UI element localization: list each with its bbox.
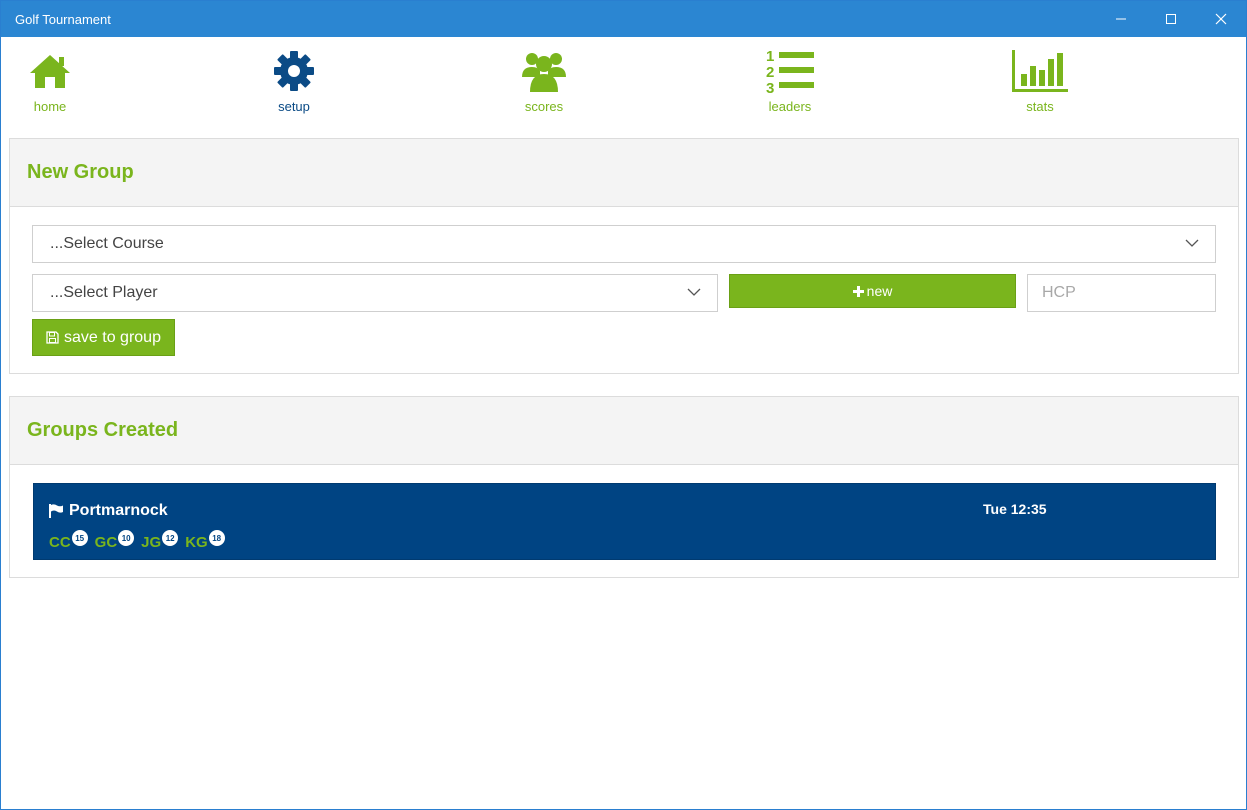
groups-created-panel: Groups Created Portmarnock Tue 12:35 CC …: [9, 396, 1239, 578]
player-chip: GC 10: [95, 530, 135, 551]
groups-created-header: Groups Created: [10, 397, 1238, 465]
maximize-icon: [1166, 14, 1176, 24]
svg-text:1: 1: [766, 48, 774, 65]
course-select-value: ...Select Course: [50, 235, 164, 252]
new-group-title: New Group: [27, 161, 134, 183]
nav-home[interactable]: home: [0, 47, 100, 114]
hcp-input[interactable]: [1027, 274, 1216, 312]
app-window: Golf Tournament home setup scores 1 2 3 …: [0, 0, 1247, 810]
users-icon: [522, 53, 566, 92]
groups-created-title: Groups Created: [27, 419, 179, 441]
home-icon: [30, 55, 70, 88]
group-name-text: Portmarnock: [69, 502, 168, 519]
player-select[interactable]: ...Select Player: [32, 274, 718, 312]
course-select[interactable]: ...Select Course: [32, 225, 1216, 263]
player-select-value: ...Select Player: [50, 284, 158, 301]
nav-home-label: home: [33, 99, 67, 114]
group-players: CC 15 GC 10 JG 12 KG 18: [49, 530, 232, 551]
flag-icon: [49, 504, 63, 518]
window-title: Golf Tournament: [15, 11, 111, 27]
player-initials: JG: [141, 534, 162, 551]
new-group-header: New Group: [10, 139, 1238, 207]
player-initials: KG: [185, 534, 208, 551]
group-time: Tue 12:35: [983, 501, 1047, 517]
player-chip: CC 15: [49, 530, 88, 551]
player-initials: CC: [49, 534, 71, 551]
nav-leaders[interactable]: 1 2 3 leaders: [740, 47, 840, 114]
save-icon: [46, 331, 59, 344]
new-player-button[interactable]: new: [729, 274, 1016, 308]
new-group-panel: New Group ...Select Course ...Select Pla…: [9, 138, 1239, 374]
nav-scores[interactable]: scores: [494, 47, 594, 114]
nav-scores-label: scores: [524, 99, 564, 114]
numbered-list-icon: 1 2 3: [766, 48, 814, 94]
chevron-down-icon: [1185, 239, 1199, 247]
group-card[interactable]: Portmarnock Tue 12:35 CC 15 GC 10 JG 12 …: [33, 483, 1216, 560]
player-hcp-badge: 10: [118, 530, 135, 546]
close-icon: [1215, 13, 1227, 25]
svg-text:3: 3: [766, 80, 774, 94]
minimize-icon: [1116, 18, 1126, 20]
player-initials: GC: [94, 534, 118, 551]
player-hcp-badge: 18: [208, 530, 225, 546]
player-chip: JG 12: [141, 530, 179, 551]
nav-stats[interactable]: stats: [990, 47, 1090, 114]
gear-icon: [274, 51, 314, 91]
chevron-down-icon: [687, 288, 701, 296]
close-button[interactable]: [1196, 1, 1246, 37]
plus-icon: [852, 285, 864, 297]
title-bar: Golf Tournament: [1, 1, 1246, 37]
minimize-button[interactable]: [1096, 1, 1146, 37]
save-to-group-label: save to group: [64, 328, 161, 346]
nav-leaders-label: leaders: [768, 99, 812, 114]
nav-setup[interactable]: setup: [244, 47, 344, 114]
player-chip: KG 18: [185, 530, 225, 551]
new-player-button-label: new: [866, 283, 893, 299]
bar-chart-icon: [1012, 50, 1068, 92]
maximize-button[interactable]: [1146, 1, 1196, 37]
svg-text:2: 2: [766, 64, 774, 81]
player-hcp-badge: 15: [71, 530, 88, 546]
group-name: Portmarnock: [49, 502, 168, 520]
player-hcp-badge: 12: [162, 530, 179, 546]
nav-setup-label: setup: [278, 99, 310, 114]
save-to-group-button[interactable]: save to group: [32, 319, 175, 356]
nav-stats-label: stats: [1026, 99, 1054, 114]
main-nav: home setup scores 1 2 3 leaders stats: [1, 37, 1246, 137]
